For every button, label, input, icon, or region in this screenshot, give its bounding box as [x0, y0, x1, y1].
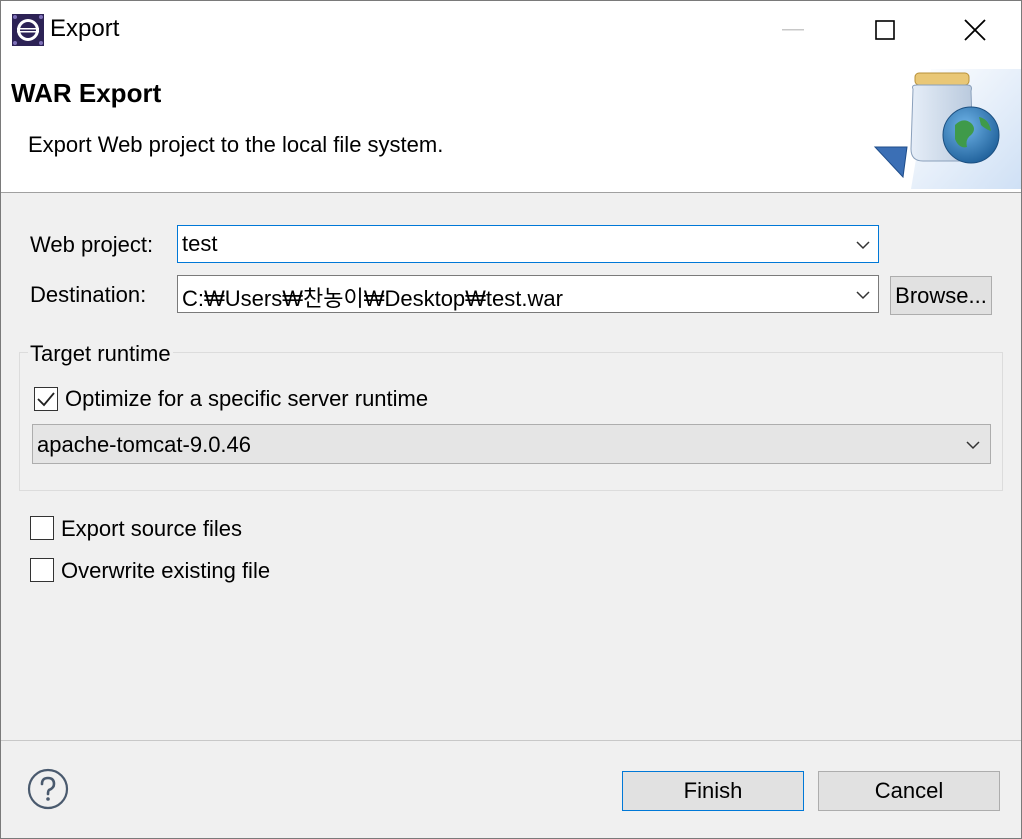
wizard-header: WAR Export Export Web project to the loc…: [1, 59, 1021, 193]
target-runtime-group-label: Target runtime: [28, 341, 173, 367]
export-source-label[interactable]: Export source files: [61, 516, 242, 542]
web-project-combo[interactable]: test: [177, 225, 879, 263]
target-runtime-group: [19, 352, 1003, 491]
close-button[interactable]: [929, 1, 1021, 59]
page-title: WAR Export: [11, 78, 162, 108]
title-bar[interactable]: Export: [1, 1, 1021, 59]
maximize-button[interactable]: [839, 1, 931, 59]
destination-combo[interactable]: C:₩Users₩찬농이₩Desktop₩test.war: [177, 275, 879, 313]
web-project-value: test: [182, 231, 218, 256]
browse-button[interactable]: Browse...: [890, 276, 992, 315]
optimize-runtime-checkbox[interactable]: [34, 387, 58, 411]
maximize-icon: [875, 20, 895, 40]
export-source-checkbox[interactable]: [30, 516, 54, 540]
chevron-down-icon[interactable]: [964, 436, 982, 454]
optimize-runtime-label[interactable]: Optimize for a specific server runtime: [65, 386, 428, 412]
destination-value: C:₩Users₩찬농이₩Desktop₩test.war: [182, 286, 563, 311]
eclipse-app-icon: [12, 14, 44, 46]
war-export-graphic-icon: [873, 69, 1021, 189]
web-project-label: Web project:: [30, 232, 154, 257]
chevron-down-icon[interactable]: [854, 286, 872, 304]
cancel-button[interactable]: Cancel: [818, 771, 1000, 811]
finish-button[interactable]: Finish: [622, 771, 804, 811]
close-icon: [964, 19, 986, 41]
minimize-button[interactable]: [747, 1, 839, 59]
server-runtime-select[interactable]: apache-tomcat-9.0.46: [32, 424, 991, 464]
page-description: Export Web project to the local file sys…: [28, 132, 444, 157]
window-title: Export: [50, 15, 120, 42]
overwrite-checkbox[interactable]: [30, 558, 54, 582]
overwrite-label[interactable]: Overwrite existing file: [61, 558, 270, 584]
help-icon[interactable]: [27, 768, 69, 810]
export-dialog: Export WAR Export Export Web project to …: [0, 0, 1022, 839]
checkmark-icon: [37, 392, 55, 407]
chevron-down-icon[interactable]: [854, 236, 872, 254]
destination-label: Destination:: [30, 282, 147, 307]
minimize-icon: [782, 29, 804, 31]
footer-divider: [1, 740, 1021, 741]
server-runtime-value: apache-tomcat-9.0.46: [37, 432, 252, 457]
